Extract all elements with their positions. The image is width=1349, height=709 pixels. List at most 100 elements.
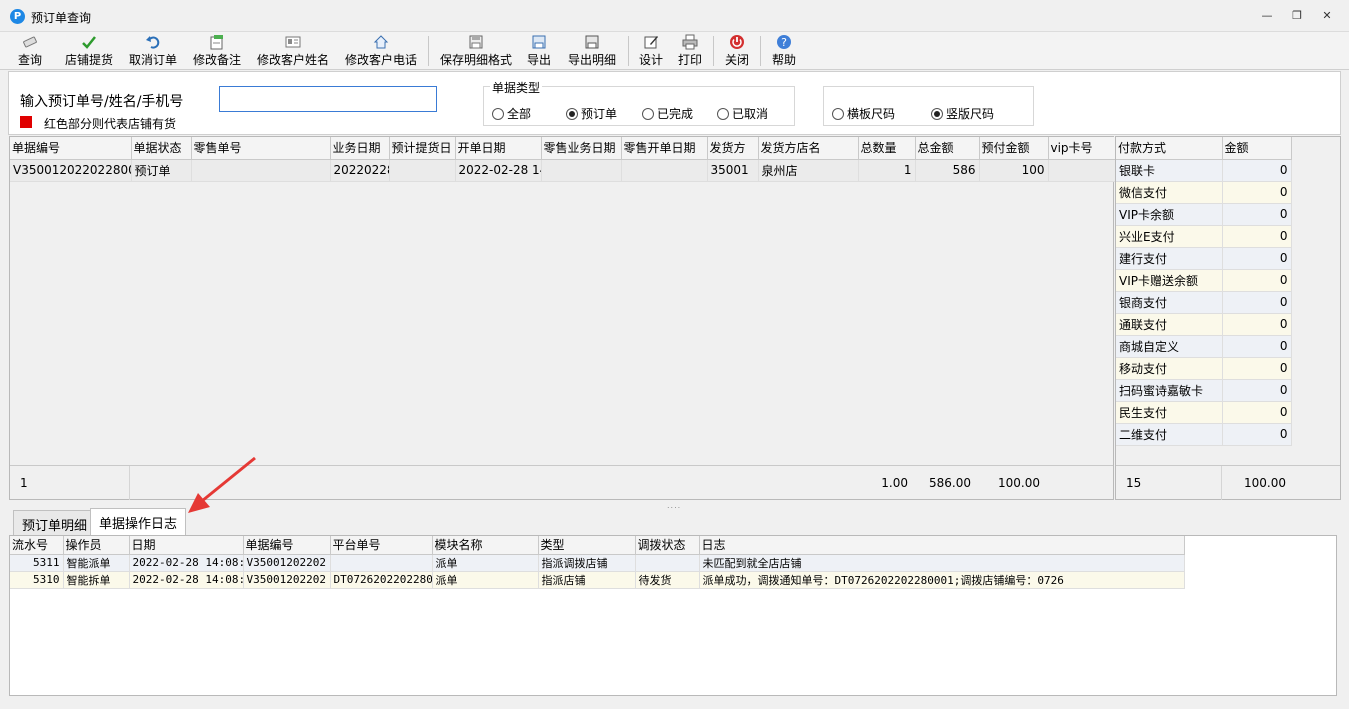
help-button[interactable]: ? 帮助 [770,34,798,68]
edit-customer-phone-button[interactable]: 修改客户电话 [343,34,419,68]
col-header[interactable]: 平台单号 [330,536,433,555]
col-header[interactable]: 单据编号 [243,536,331,555]
cell[interactable]: 35001 [707,159,759,182]
cell[interactable]: 民生支付 [1116,401,1223,424]
cell[interactable]: 1 [858,159,916,182]
cell[interactable]: 0 [1222,269,1292,292]
orders-grid[interactable]: 单据编号 单据状态 零售单号 业务日期 预计提货日 开单日期 零售业务日期 零售… [9,136,1116,500]
radio-completed[interactable]: 已完成 [642,105,693,122]
cell[interactable]: V35001202202 [243,554,331,572]
col-header[interactable]: 总金额 [915,137,980,160]
cell[interactable]: 0 [1222,313,1292,336]
col-header[interactable]: 单据编号 [10,137,132,160]
cell[interactable]: 0 [1222,247,1292,270]
cell[interactable] [330,554,433,572]
table-row[interactable]: 5310 智能拆单 2022-02-28 14:08:5 V3500120220… [10,571,1185,589]
cell[interactable] [389,159,456,182]
tab-preorder-detail[interactable]: 预订单明细 [13,510,97,536]
col-header[interactable]: 单据状态 [131,137,192,160]
cell[interactable]: 待发货 [635,571,700,589]
cell[interactable]: 2022-02-28 14:08:5 [129,554,244,572]
cell[interactable]: 智能派单 [63,554,130,572]
cell[interactable]: 未匹配到就全店店铺 [699,554,1185,572]
radio-preorder[interactable]: 预订单 [566,105,617,122]
print-button[interactable]: 打印 [676,34,704,68]
cancel-order-button[interactable]: 取消订单 [126,34,180,68]
col-header[interactable]: 业务日期 [330,137,390,160]
query-button[interactable]: 查询 [12,34,48,68]
cell[interactable]: 20220228 [330,159,390,182]
table-row[interactable]: 兴业E支付 0 [1116,225,1292,248]
cell[interactable]: 通联支付 [1116,313,1223,336]
table-row[interactable]: 5311 智能派单 2022-02-28 14:08:5 V3500120220… [10,554,1185,572]
cell[interactable]: 预订单 [131,159,192,182]
col-header[interactable]: 金额 [1222,137,1292,160]
cell[interactable]: 移动支付 [1116,357,1223,380]
tab-operation-log[interactable]: 单据操作日志 [90,508,187,536]
col-header[interactable]: 发货方 [707,137,759,160]
cell[interactable] [541,159,622,182]
table-row[interactable]: VIP卡赠送余额 0 [1116,269,1292,292]
col-header[interactable]: 日志 [699,536,1185,555]
cell[interactable] [621,159,708,182]
col-header[interactable]: 付款方式 [1116,137,1223,160]
col-header[interactable]: 发货方店名 [758,137,859,160]
col-header[interactable]: 流水号 [10,536,64,555]
cell[interactable]: 5310 [10,571,64,589]
table-row[interactable]: VIP卡余额 0 [1116,203,1292,226]
cell[interactable]: 0 [1222,203,1292,226]
minimize-icon[interactable]: — [1259,8,1275,24]
cell[interactable]: 兴业E支付 [1116,225,1223,248]
table-row[interactable]: 民生支付 0 [1116,401,1292,424]
col-header[interactable]: 总数量 [858,137,916,160]
table-row[interactable]: 商城自定义 0 [1116,335,1292,358]
cell[interactable]: 0 [1222,379,1292,402]
export-detail-button[interactable]: 导出明细 [565,34,619,68]
cell[interactable]: V35001202202 [243,571,331,589]
cell[interactable]: 派单 [432,554,539,572]
cell[interactable]: VIP卡余额 [1116,203,1223,226]
cell[interactable]: 0 [1222,423,1292,446]
close-window-icon[interactable]: ✕ [1319,8,1335,24]
cell[interactable]: 0 [1222,291,1292,314]
col-header[interactable]: vip卡号 [1048,137,1116,160]
cell[interactable]: 5311 [10,554,64,572]
cell[interactable] [635,554,700,572]
payments-grid[interactable]: 付款方式 金额 银联卡 0 微信支付 0 VIP卡余额 0 兴业E支付 0 建行支付 0 VIP卡赠… [1115,136,1341,500]
cell[interactable]: 2022-02-28 14 [455,159,542,182]
restore-icon[interactable]: ❐ [1289,8,1305,24]
cell[interactable] [1048,159,1116,182]
table-row[interactable]: V350012022022800( 预订单 20220228 2022-02-2… [10,159,1116,182]
export-button[interactable]: 导出 [524,34,554,68]
col-header[interactable]: 开单日期 [455,137,542,160]
table-row[interactable]: 扫码蜜诗嘉敏卡 0 [1116,379,1292,402]
col-header[interactable]: 预付金额 [979,137,1049,160]
design-button[interactable]: 设计 [637,34,665,68]
cell[interactable]: 2022-02-28 14:08:5 [129,571,244,589]
col-header[interactable]: 类型 [538,536,636,555]
cell[interactable]: 0 [1222,225,1292,248]
search-input[interactable] [219,86,437,112]
cell[interactable]: 0 [1222,181,1292,204]
store-pickup-button[interactable]: 店铺提货 [62,34,116,68]
table-row[interactable]: 二维支付 0 [1116,423,1292,446]
table-row[interactable]: 建行支付 0 [1116,247,1292,270]
table-row[interactable]: 微信支付 0 [1116,181,1292,204]
operation-log-grid[interactable]: 流水号 操作员 日期 单据编号 平台单号 模块名称 类型 调拨状态 日志 531… [9,535,1337,696]
cell[interactable]: 智能拆单 [63,571,130,589]
col-header[interactable]: 调拨状态 [635,536,700,555]
cell[interactable]: 商城自定义 [1116,335,1223,358]
col-header[interactable]: 零售业务日期 [541,137,622,160]
table-row[interactable]: 移动支付 0 [1116,357,1292,380]
cell[interactable]: 二维支付 [1116,423,1223,446]
cell[interactable]: V350012022022800( [10,159,132,182]
col-header[interactable]: 日期 [129,536,244,555]
splitter-handle[interactable]: .... [667,501,681,510]
radio-horizontal-size[interactable]: 横板尺码 [832,105,895,122]
table-row[interactable]: 通联支付 0 [1116,313,1292,336]
cell[interactable]: 0 [1222,335,1292,358]
cell[interactable]: 银商支付 [1116,291,1223,314]
col-header[interactable]: 预计提货日 [389,137,456,160]
cell[interactable]: 100 [979,159,1049,182]
cell[interactable]: 0 [1222,401,1292,424]
